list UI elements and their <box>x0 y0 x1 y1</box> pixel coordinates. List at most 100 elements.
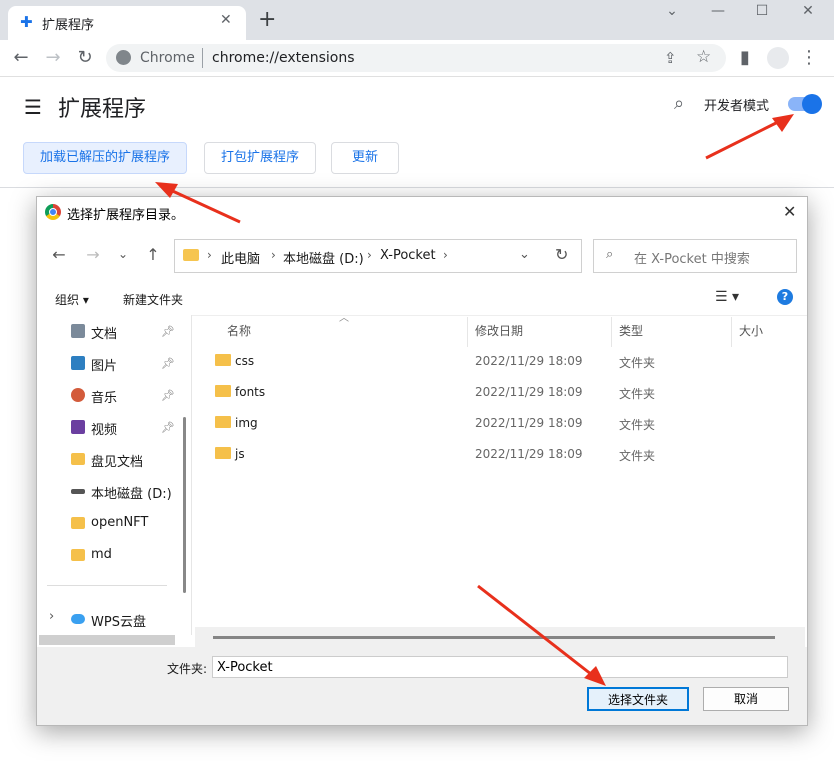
folder-picker-dialog: 选择扩展程序目录。 ✕ ← → ⌄ ↑ › 此电脑 › 本地磁盘 (D:) › … <box>36 196 808 726</box>
folder-icon <box>71 453 85 465</box>
sidebar-scrollbar[interactable] <box>183 417 186 593</box>
forward-arrow-icon[interactable]: → <box>42 47 64 68</box>
file-date: 2022/11/29 18:09 <box>475 416 583 430</box>
folder-icon <box>215 354 231 366</box>
dialog-close-icon[interactable]: ✕ <box>783 202 796 221</box>
sidebar-item-md[interactable]: md <box>71 545 201 567</box>
address-bar[interactable]: Chrome chrome://extensions ⇪ ☆ <box>106 44 726 72</box>
file-date: 2022/11/29 18:09 <box>475 385 583 399</box>
update-button[interactable]: 更新 <box>331 142 399 174</box>
folder-name-input[interactable]: X-Pocket <box>212 656 788 678</box>
breadcrumb-drive-d[interactable]: 本地磁盘 (D:) <box>283 248 364 267</box>
refresh-icon[interactable]: ↻ <box>555 245 568 264</box>
select-folder-button[interactable]: 选择文件夹 <box>587 687 689 711</box>
tab-extensions[interactable]: ✚ 扩展程序 ✕ <box>8 6 246 40</box>
file-type: 文件夹 <box>619 418 656 432</box>
menu-kebab-icon[interactable]: ⋮ <box>798 47 820 68</box>
page-title: 扩展程序 <box>58 97 147 122</box>
file-row[interactable]: fonts 2022/11/29 18:09 文件夹 <box>213 381 793 405</box>
chevron-down-icon[interactable]: ⌄ <box>662 3 682 19</box>
close-window-icon[interactable]: ✕ <box>798 3 818 19</box>
close-tab-icon[interactable]: ✕ <box>220 12 232 28</box>
side-panel-icon[interactable]: ▮ <box>734 47 756 68</box>
help-icon[interactable]: ? <box>777 289 793 305</box>
sidebar-item-wps-cloud[interactable]: WPS云盘 <box>71 609 201 631</box>
organize-menu[interactable]: 组织 ▾ <box>55 291 89 308</box>
sidebar-item-label: 本地磁盘 (D:) <box>91 487 172 502</box>
folder-search-box[interactable]: ⌕ 在 X-Pocket 中搜索 <box>593 239 797 273</box>
sidebar-item-drive-d[interactable]: 本地磁盘 (D:) <box>71 481 201 503</box>
file-row[interactable]: js 2022/11/29 18:09 文件夹 <box>213 443 793 467</box>
new-tab-button[interactable]: + <box>258 7 276 32</box>
pin-icon[interactable]: 📌︎ <box>161 325 175 338</box>
load-unpacked-button[interactable]: 加载已解压的扩展程序 <box>23 142 187 174</box>
recent-locations-chevron-icon[interactable]: ⌄ <box>113 247 133 261</box>
file-name: css <box>235 354 255 368</box>
file-row[interactable]: img 2022/11/29 18:09 文件夹 <box>213 412 793 436</box>
file-type: 文件夹 <box>619 449 656 463</box>
path-bar[interactable]: › 此电脑 › 本地磁盘 (D:) › X-Pocket › ⌄ ↻ <box>174 239 582 273</box>
path-dropdown-icon[interactable]: ⌄ <box>519 247 530 262</box>
folder-icon <box>183 249 199 261</box>
column-type[interactable]: 类型 <box>619 322 643 339</box>
bookmark-star-icon[interactable]: ☆ <box>696 47 711 67</box>
new-folder-button[interactable]: 新建文件夹 <box>123 291 183 308</box>
dialog-nav-bar: ← → ⌄ ↑ › 此电脑 › 本地磁盘 (D:) › X-Pocket › ⌄… <box>37 227 807 281</box>
search-placeholder: 在 X-Pocket 中搜索 <box>634 252 750 267</box>
view-options-icon[interactable]: ☰ ▾ <box>715 289 739 305</box>
pack-extension-button[interactable]: 打包扩展程序 <box>204 142 316 174</box>
minimize-icon[interactable]: — <box>708 3 728 19</box>
toggle-knob <box>802 94 822 114</box>
pin-icon[interactable]: 📌︎ <box>161 389 175 402</box>
hamburger-menu-icon[interactable]: ☰ <box>24 95 42 119</box>
chevron-right-icon[interactable]: › <box>443 248 448 262</box>
omnibox-label: Chrome <box>140 50 195 66</box>
cancel-button[interactable]: 取消 <box>703 687 789 711</box>
dev-mode-label: 开发者模式 <box>704 99 770 114</box>
chrome-logo-icon <box>116 50 131 65</box>
file-row[interactable]: css 2022/11/29 18:09 文件夹 <box>213 350 793 374</box>
cloud-icon <box>71 614 85 624</box>
pin-icon[interactable]: 📌︎ <box>161 421 175 434</box>
forward-arrow-icon[interactable]: → <box>83 245 103 264</box>
breadcrumb-x-pocket[interactable]: X-Pocket <box>380 248 436 263</box>
dev-mode-toggle[interactable] <box>788 94 822 114</box>
file-type: 文件夹 <box>619 387 656 401</box>
dialog-footer: 文件夹: X-Pocket 选择文件夹 取消 <box>37 647 807 725</box>
tab-title: 扩展程序 <box>42 18 95 33</box>
back-arrow-icon[interactable]: ← <box>49 245 69 264</box>
sidebar-item-label: 音乐 <box>91 391 118 406</box>
up-arrow-icon[interactable]: ↑ <box>143 245 163 264</box>
sidebar-item-label: 视频 <box>91 423 118 438</box>
browser-toolbar: ← → ↻ Chrome chrome://extensions ⇪ ☆ ▮ ⋮ <box>0 40 834 77</box>
share-icon[interactable]: ⇪ <box>664 49 677 67</box>
search-icon[interactable]: ⌕ <box>674 93 684 114</box>
sidebar-item-pictures[interactable]: 图片 <box>71 353 201 375</box>
reload-icon[interactable]: ↻ <box>74 47 96 68</box>
sidebar-item-opennft[interactable]: openNFT <box>71 513 201 535</box>
tab-strip: ✚ 扩展程序 ✕ + ⌄ — ☐ ✕ <box>0 0 834 40</box>
sidebar-item-videos[interactable]: 视频 <box>71 417 201 439</box>
sidebar-item-label: 文档 <box>91 327 118 342</box>
sidebar-item-folder[interactable]: 盘见文档 <box>71 449 201 471</box>
column-name[interactable]: 名称 <box>227 322 251 339</box>
back-arrow-icon[interactable]: ← <box>10 47 32 68</box>
maximize-icon[interactable]: ☐ <box>752 3 772 19</box>
column-date[interactable]: 修改日期 <box>475 322 523 339</box>
chevron-right-icon[interactable]: › <box>271 248 276 262</box>
profile-avatar[interactable] <box>767 47 789 69</box>
pin-icon[interactable]: 📌︎ <box>161 357 175 370</box>
pane-divider <box>191 315 192 635</box>
horizontal-scrollbar[interactable] <box>213 636 775 639</box>
folder-field-label: 文件夹: <box>167 662 208 676</box>
sidebar-item-documents[interactable]: 文档 <box>71 321 201 343</box>
column-size[interactable]: 大小 <box>739 322 763 339</box>
puzzle-icon: ✚ <box>20 13 33 31</box>
chevron-right-icon[interactable]: › <box>367 248 372 262</box>
sidebar-item-music[interactable]: 音乐 <box>71 385 201 407</box>
file-name: img <box>235 416 258 430</box>
url-text[interactable]: chrome://extensions <box>212 50 355 66</box>
chevron-right-icon[interactable]: › <box>49 609 54 624</box>
chevron-right-icon[interactable]: › <box>207 248 212 262</box>
breadcrumb-this-pc[interactable]: 此电脑 <box>221 248 260 267</box>
